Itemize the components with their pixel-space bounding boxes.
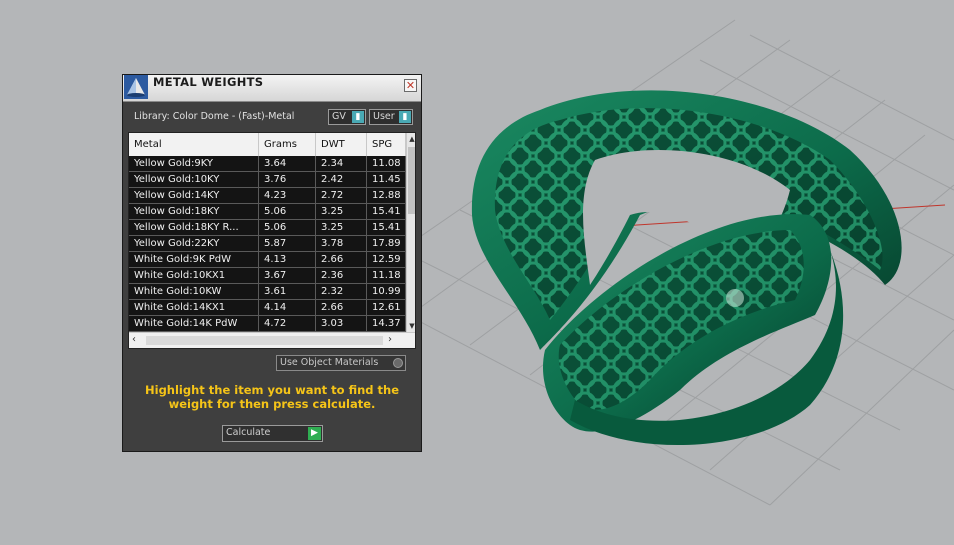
grams-cell: 4.23 bbox=[259, 188, 316, 204]
metal-cell: White Gold:10KW bbox=[129, 284, 259, 300]
radio-icon bbox=[393, 358, 403, 368]
grams-cell: 4.14 bbox=[259, 300, 316, 316]
metal-cell: Yellow Gold:18KY bbox=[129, 204, 259, 220]
spg-cell: 17.89 bbox=[367, 236, 406, 252]
toggle-switch-icon: ▮ bbox=[399, 111, 411, 123]
metal-cell: Yellow Gold:18KY R... bbox=[129, 220, 259, 236]
dwt-cell: 2.34 bbox=[316, 156, 367, 172]
metal-cell: Yellow Gold:14KY bbox=[129, 188, 259, 204]
spg-cell: 12.59 bbox=[367, 252, 406, 268]
arrow-up-icon[interactable]: ▲ bbox=[407, 135, 415, 143]
user-toggle[interactable]: User ▮ bbox=[369, 109, 413, 125]
calculate-label: Calculate bbox=[226, 427, 271, 438]
pyramid-icon bbox=[124, 75, 148, 99]
calculate-button[interactable]: Calculate ▶ bbox=[222, 425, 323, 442]
grams-cell: 4.72 bbox=[259, 316, 316, 332]
table-row[interactable]: Yellow Gold:10KY 3.76 2.42 11.45 bbox=[129, 172, 406, 188]
table-row[interactable]: Yellow Gold:9KY 3.64 2.34 11.08 bbox=[129, 156, 406, 172]
table-row[interactable]: Yellow Gold:18KY 5.06 3.25 15.41 bbox=[129, 204, 406, 220]
metal-weights-dialog: METAL WEIGHTS ✕ Library: Color Dome - (F… bbox=[122, 74, 422, 452]
dwt-cell: 2.42 bbox=[316, 172, 367, 188]
metal-cell: White Gold:14K PdW bbox=[129, 316, 259, 332]
dwt-cell: 3.03 bbox=[316, 316, 367, 332]
grams-cell: 3.64 bbox=[259, 156, 316, 172]
dwt-cell: 2.66 bbox=[316, 300, 367, 316]
grams-cell: 5.06 bbox=[259, 204, 316, 220]
table-row[interactable]: White Gold:10KX1 3.67 2.36 11.18 bbox=[129, 268, 406, 284]
metal-cell: White Gold:10KX1 bbox=[129, 268, 259, 284]
table-body: Yellow Gold:9KY 3.64 2.34 11.08 Yellow Gold:… bbox=[129, 156, 406, 332]
horizontal-scrollbar[interactable]: ‹ › bbox=[129, 332, 415, 348]
column-header-dwt[interactable]: DWT bbox=[316, 133, 367, 156]
spg-cell: 12.88 bbox=[367, 188, 406, 204]
user-toggle-label: User bbox=[373, 111, 395, 122]
table-row[interactable]: White Gold:10KW 3.61 2.32 10.99 bbox=[129, 284, 406, 300]
spg-cell: 15.41 bbox=[367, 220, 406, 236]
metal-cell: Yellow Gold:22KY bbox=[129, 236, 259, 252]
ring-model bbox=[471, 90, 902, 446]
spg-cell: 11.18 bbox=[367, 268, 406, 284]
metal-table: Metal Grams DWT SPG Yellow Gold:9KY 3.64 2… bbox=[128, 132, 416, 349]
dialog-title: METAL WEIGHTS bbox=[153, 75, 264, 89]
table-row[interactable]: White Gold:9K PdW 4.13 2.66 12.59 bbox=[129, 252, 406, 268]
grams-cell: 4.13 bbox=[259, 252, 316, 268]
dwt-cell: 2.72 bbox=[316, 188, 367, 204]
dwt-cell: 2.32 bbox=[316, 284, 367, 300]
spg-cell: 11.08 bbox=[367, 156, 406, 172]
arrow-left-icon[interactable]: ‹ bbox=[132, 334, 136, 345]
spg-cell: 15.41 bbox=[367, 204, 406, 220]
table-header: Metal Grams DWT SPG bbox=[129, 133, 406, 157]
column-header-metal[interactable]: Metal bbox=[129, 133, 259, 156]
dialog-titlebar[interactable]: METAL WEIGHTS ✕ bbox=[123, 75, 421, 102]
dwt-cell: 3.25 bbox=[316, 220, 367, 236]
use-object-materials-checkbox[interactable]: Use Object Materials bbox=[276, 355, 406, 371]
metal-cell: Yellow Gold:9KY bbox=[129, 156, 259, 172]
grams-cell: 5.87 bbox=[259, 236, 316, 252]
dwt-cell: 3.78 bbox=[316, 236, 367, 252]
spg-cell: 11.45 bbox=[367, 172, 406, 188]
dwt-cell: 2.66 bbox=[316, 252, 367, 268]
close-icon[interactable]: ✕ bbox=[404, 79, 417, 92]
table-row[interactable]: Yellow Gold:18KY R... 5.06 3.25 15.41 bbox=[129, 220, 406, 236]
table-row[interactable]: Yellow Gold:22KY 5.87 3.78 17.89 bbox=[129, 236, 406, 252]
grams-cell: 3.76 bbox=[259, 172, 316, 188]
grams-cell: 3.61 bbox=[259, 284, 316, 300]
spg-cell: 12.61 bbox=[367, 300, 406, 316]
metal-cell: White Gold:14KX1 bbox=[129, 300, 259, 316]
arrow-right-icon[interactable]: › bbox=[388, 334, 392, 345]
spg-cell: 10.99 bbox=[367, 284, 406, 300]
use-object-materials-label: Use Object Materials bbox=[280, 357, 379, 368]
arrow-down-icon[interactable]: ▼ bbox=[407, 322, 415, 330]
table-row[interactable]: White Gold:14KX1 4.14 2.66 12.61 bbox=[129, 300, 406, 316]
table-row[interactable]: Yellow Gold:14KY 4.23 2.72 12.88 bbox=[129, 188, 406, 204]
dwt-cell: 2.36 bbox=[316, 268, 367, 284]
toggle-switch-icon: ▮ bbox=[352, 111, 364, 123]
vertical-scrollbar[interactable]: ▲ ▼ bbox=[406, 133, 415, 332]
gv-toggle[interactable]: GV ▮ bbox=[328, 109, 366, 125]
metal-cell: Yellow Gold:10KY bbox=[129, 172, 259, 188]
dwt-cell: 3.25 bbox=[316, 204, 367, 220]
spg-cell: 14.37 bbox=[367, 316, 406, 332]
instruction-text: Highlight the item you want to find the … bbox=[145, 383, 399, 411]
grams-cell: 5.06 bbox=[259, 220, 316, 236]
table-row[interactable]: White Gold:14K PdW 4.72 3.03 14.37 bbox=[129, 316, 406, 332]
grams-cell: 3.67 bbox=[259, 268, 316, 284]
gv-toggle-label: GV bbox=[332, 111, 346, 122]
column-header-grams[interactable]: Grams bbox=[259, 133, 316, 156]
play-icon[interactable]: ▶ bbox=[308, 427, 321, 440]
library-label: Library: Color Dome - (Fast)-Metal bbox=[134, 111, 295, 122]
scrollbar-thumb[interactable] bbox=[408, 147, 415, 214]
metal-cell: White Gold:9K PdW bbox=[129, 252, 259, 268]
column-header-spg[interactable]: SPG bbox=[367, 133, 406, 156]
scrollbar-thumb[interactable] bbox=[146, 336, 383, 345]
